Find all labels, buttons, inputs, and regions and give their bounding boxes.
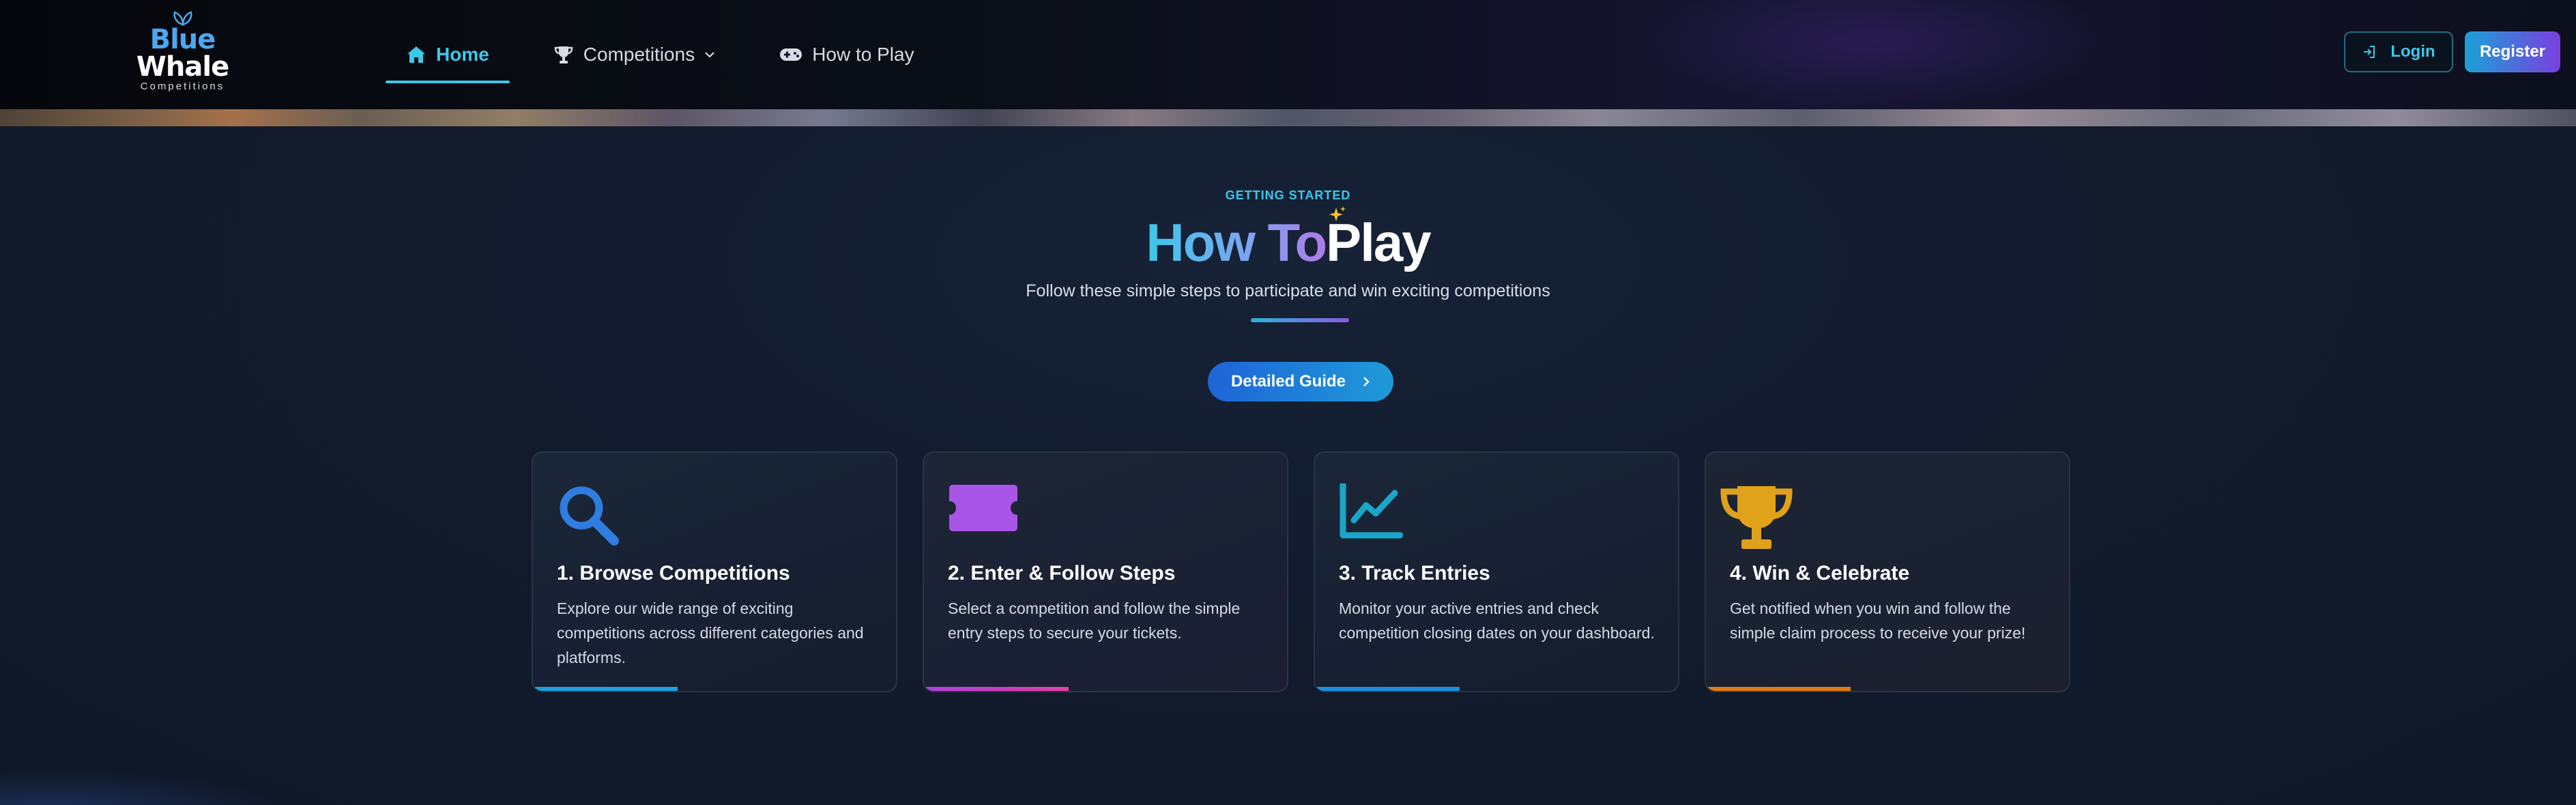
hero-banner-image [0, 109, 2576, 126]
guide-label: Detailed Guide [1230, 372, 1346, 391]
step-text: Explore our wide range of exciting compe… [557, 599, 864, 666]
nav-item-how-to-play[interactable]: How to Play [759, 27, 934, 82]
trophy-icon [1720, 486, 1793, 549]
trophy-icon [554, 46, 573, 63]
step-card-browse: 1. Browse Competitions Explore our wide … [532, 451, 897, 692]
step-title: 3. Track Entries [1339, 562, 1490, 584]
nav-item-home[interactable]: Home [386, 27, 510, 83]
brand-line3: Competitions [140, 81, 225, 92]
title-highlight: How To [1146, 212, 1327, 272]
page-title: How ToPlay [0, 208, 2576, 277]
step-progress-bar [533, 687, 678, 691]
step-text: Get notified when you win and follow the… [1730, 599, 2026, 642]
login-label: Login [2390, 42, 2435, 61]
nav-item-label: Competitions [583, 44, 695, 65]
section-eyebrow: GETTING STARTED [1225, 188, 1351, 202]
title-underline [1251, 318, 1349, 322]
step-card-enter: 2. Enter & Follow Steps Select a competi… [923, 451, 1288, 692]
gamepad-icon [780, 48, 802, 61]
decorative-glow [0, 772, 273, 805]
brand-line1: Blue [149, 24, 216, 55]
step-title: 2. Enter & Follow Steps [948, 562, 1176, 584]
brand-logo[interactable]: Blue Whale Competitions [136, 11, 229, 96]
step-progress-bar [1315, 687, 1460, 691]
step-card-track: 3. Track Entries Monitor your active ent… [1314, 451, 1679, 692]
ticket-icon [949, 485, 1017, 531]
search-icon [560, 486, 619, 546]
main-nav: Home Competitions How to Play [386, 0, 935, 109]
login-button[interactable]: Login [2344, 31, 2453, 72]
step-text: Monitor your active entries and check co… [1339, 599, 1655, 642]
nav-item-label: How to Play [812, 44, 914, 65]
step-progress-bar [924, 687, 1069, 691]
chevron-right-icon [1363, 377, 1370, 386]
nav-item-competitions[interactable]: Competitions [533, 27, 736, 82]
step-text: Select a competition and follow the simp… [948, 599, 1241, 642]
chevron-down-icon [705, 52, 714, 58]
navbar: Blue Whale Competitions Home Competition… [0, 0, 2576, 109]
home-icon [407, 46, 425, 63]
register-label: Register [2479, 42, 2546, 61]
step-card-win: 4. Win & Celebrate Get notified when you… [1705, 451, 2070, 692]
step-title: 4. Win & Celebrate [1730, 562, 1910, 584]
step-progress-bar [1706, 687, 1851, 691]
section-subtitle: Follow these simple steps to participate… [1026, 281, 1550, 300]
sparkle-icon [1329, 206, 1346, 221]
register-button[interactable]: Register [2465, 31, 2560, 72]
sign-in-icon [2364, 46, 2375, 58]
detailed-guide-button[interactable]: Detailed Guide [1208, 362, 1393, 401]
step-title: 1. Browse Competitions [557, 562, 790, 584]
nav-item-label: Home [436, 44, 489, 65]
chart-line-icon [1340, 483, 1403, 539]
brand-line2: Whale [136, 51, 229, 83]
